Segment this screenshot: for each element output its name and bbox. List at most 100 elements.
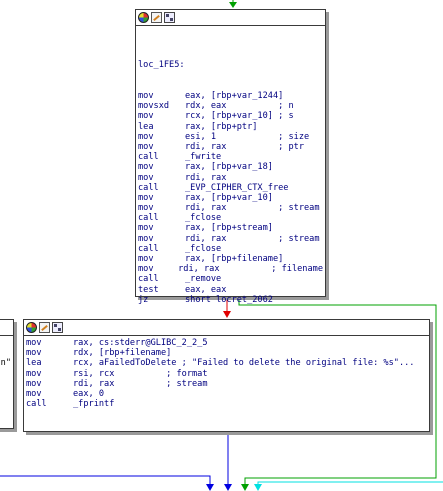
operands[interactable]: _fwrite bbox=[185, 152, 221, 162]
instruction-line[interactable]: lea rcx, aFailedToDelete ; "Failed to del… bbox=[26, 358, 427, 368]
mnemonic: mov bbox=[138, 172, 154, 183]
instruction-line[interactable]: mov rax, [rbp+var_18] bbox=[138, 162, 323, 172]
block-label[interactable]: loc_1FE5: bbox=[138, 60, 185, 70]
instruction-line[interactable]: mov rsi, rcx ; format bbox=[26, 369, 427, 379]
operands[interactable]: rdi, rax ; ptr bbox=[185, 142, 304, 152]
instruction-line[interactable]: lea rax, [rbp+ptr] bbox=[138, 122, 323, 132]
basic-block-failed-delete[interactable]: mov rax, cs:stderr@GLIBC_2_2_5 mov rdx, [rb… bbox=[23, 319, 430, 432]
instruction-line[interactable]: mov rdi, rax ; stream bbox=[26, 379, 427, 389]
operands[interactable]: rdi, rax ; stream bbox=[185, 203, 320, 213]
instruction-line[interactable]: mov rdi, rax ; filename bbox=[138, 264, 323, 274]
operands[interactable]: _remove bbox=[185, 274, 221, 284]
instruction-line[interactable]: mov eax, [rbp+var_1244] bbox=[138, 91, 323, 101]
operands[interactable]: rdi, rax ; stream bbox=[73, 379, 208, 389]
instruction-line[interactable]: mov rax, [rbp+filename] bbox=[138, 254, 323, 264]
instruction-line[interactable]: jz short locret_2062 bbox=[138, 295, 323, 305]
instruction-line[interactable] bbox=[0, 338, 11, 348]
instruction-line[interactable]: mov rax, [rbp+stream] bbox=[138, 223, 323, 233]
operands[interactable]: rax, [rbp+stream] bbox=[185, 223, 273, 233]
node-color-icon[interactable] bbox=[26, 322, 37, 333]
operands[interactable]: _EVP_CIPHER_CTX_free bbox=[185, 183, 288, 193]
mnemonic: mov bbox=[138, 141, 154, 152]
instruction-line[interactable]: mov rdi, rax ; ptr bbox=[138, 142, 323, 152]
instruction-line[interactable]: mov rax, cs:stderr@GLIBC_2_2_5 bbox=[26, 338, 427, 348]
operands[interactable]: eax, eax bbox=[185, 285, 226, 295]
mnemonic: mov bbox=[138, 111, 154, 122]
mnemonic: mov bbox=[138, 91, 154, 101]
operands[interactable]: rdi, rax ; stream bbox=[185, 234, 320, 244]
instruction-line[interactable] bbox=[0, 369, 11, 379]
rename-node-icon[interactable] bbox=[151, 12, 162, 23]
operands[interactable]: short locret_2062 bbox=[185, 295, 273, 305]
instruction-line[interactable]: mov esi, 1 ; size bbox=[138, 132, 323, 142]
operands[interactable]: eax, [rbp+var_1244] bbox=[185, 91, 283, 101]
operands[interactable]: rax, [rbp+var_18] bbox=[185, 162, 273, 172]
edge-arrow-cyan bbox=[254, 484, 262, 491]
mnemonic: mov bbox=[138, 192, 154, 203]
mnemonic: mov bbox=[138, 162, 154, 173]
instruction-line[interactable] bbox=[0, 379, 11, 389]
mnemonic: mov bbox=[138, 264, 154, 275]
instruction-line[interactable]: call _fprintf bbox=[26, 399, 427, 409]
instruction-line[interactable]: mov rdi, rax ; stream bbox=[138, 203, 323, 213]
node-header bbox=[24, 320, 429, 336]
operands[interactable]: rdi, rax bbox=[185, 173, 226, 183]
instruction-line[interactable]: mov rdi, rax bbox=[138, 173, 323, 183]
operands[interactable]: eax, 0 bbox=[73, 389, 104, 399]
instruction-line[interactable] bbox=[0, 348, 11, 358]
instruction-line[interactable]: an" bbox=[0, 358, 11, 368]
operands[interactable]: rdi, rax ; filename bbox=[178, 264, 323, 274]
operands[interactable]: rdx, eax ; n bbox=[185, 101, 294, 111]
operands[interactable]: _fprintf bbox=[73, 399, 114, 409]
mnemonic: mov bbox=[138, 254, 154, 264]
edge-arrow-incoming bbox=[229, 2, 237, 8]
mnemonic: call bbox=[138, 243, 159, 254]
instruction-line[interactable]: call _fclose bbox=[138, 244, 323, 254]
mnemonic: call bbox=[26, 399, 47, 410]
instruction-line[interactable] bbox=[0, 389, 11, 399]
operands[interactable]: _fclose bbox=[185, 213, 221, 223]
instruction-line[interactable]: test eax, eax bbox=[138, 285, 323, 295]
node-header bbox=[0, 320, 13, 336]
operands[interactable]: rax, [rbp+filename] bbox=[185, 254, 283, 264]
basic-block-left-partial[interactable]: an" bbox=[0, 319, 14, 429]
mnemonic: mov bbox=[138, 131, 154, 142]
instruction-line[interactable]: mov rdi, rax ; stream bbox=[138, 234, 323, 244]
operands[interactable]: rcx, [rbp+var_10] ; s bbox=[185, 111, 294, 121]
instruction-line[interactable]: call _EVP_CIPHER_CTX_free bbox=[138, 183, 323, 193]
instruction-line[interactable]: call _fclose bbox=[138, 213, 323, 223]
operands[interactable]: rdx, [rbp+filename] bbox=[73, 348, 171, 358]
instruction-line[interactable]: movsxd rdx, eax ; n bbox=[138, 101, 323, 111]
operands[interactable]: _fclose bbox=[185, 244, 221, 254]
group-nodes-icon[interactable] bbox=[164, 12, 175, 23]
mnemonic: jz bbox=[138, 294, 149, 305]
operands[interactable]: esi, 1 ; size bbox=[185, 132, 309, 142]
node-color-icon[interactable] bbox=[138, 12, 149, 23]
instruction-line[interactable]: mov rdx, [rbp+filename] bbox=[26, 348, 427, 358]
instruction-line[interactable] bbox=[0, 399, 11, 409]
mnemonic: call bbox=[138, 274, 159, 285]
operands[interactable]: rax, [rbp+var_10] bbox=[185, 193, 273, 203]
mnemonic: test bbox=[138, 284, 159, 295]
mnemonic: lea bbox=[138, 121, 154, 132]
operands[interactable]: rax, [rbp+ptr] bbox=[185, 122, 257, 132]
node-code: mov rax, cs:stderr@GLIBC_2_2_5 mov rdx, [rb… bbox=[24, 336, 429, 411]
operands[interactable]: rcx, aFailedToDelete ; "Failed to delete… bbox=[73, 358, 414, 368]
mnemonic: mov bbox=[26, 338, 42, 348]
mnemonic: mov bbox=[26, 378, 42, 389]
rename-node-icon[interactable] bbox=[39, 322, 50, 333]
edge-arrow-true bbox=[241, 484, 249, 491]
instruction-line[interactable]: call _remove bbox=[138, 274, 323, 284]
instruction-line[interactable]: mov rcx, [rbp+var_10] ; s bbox=[138, 111, 323, 121]
operands[interactable]: rax, cs:stderr@GLIBC_2_2_5 bbox=[73, 338, 208, 348]
edge-arrow-left bbox=[206, 484, 214, 491]
mnemonic: call bbox=[138, 152, 159, 163]
group-nodes-icon[interactable] bbox=[52, 322, 63, 333]
mnemonic: mov bbox=[138, 223, 154, 234]
operands[interactable]: rsi, rcx ; format bbox=[73, 369, 208, 379]
instruction-line[interactable]: mov rax, [rbp+var_10] bbox=[138, 193, 323, 203]
basic-block-loc-1fe5[interactable]: loc_1FE5: mov eax, [rbp+var_1244] movsxd rd… bbox=[135, 9, 326, 305]
instruction-line[interactable]: mov eax, 0 bbox=[26, 389, 427, 399]
edge-cyan bbox=[257, 481, 443, 486]
instruction-line[interactable]: call _fwrite bbox=[138, 152, 323, 162]
